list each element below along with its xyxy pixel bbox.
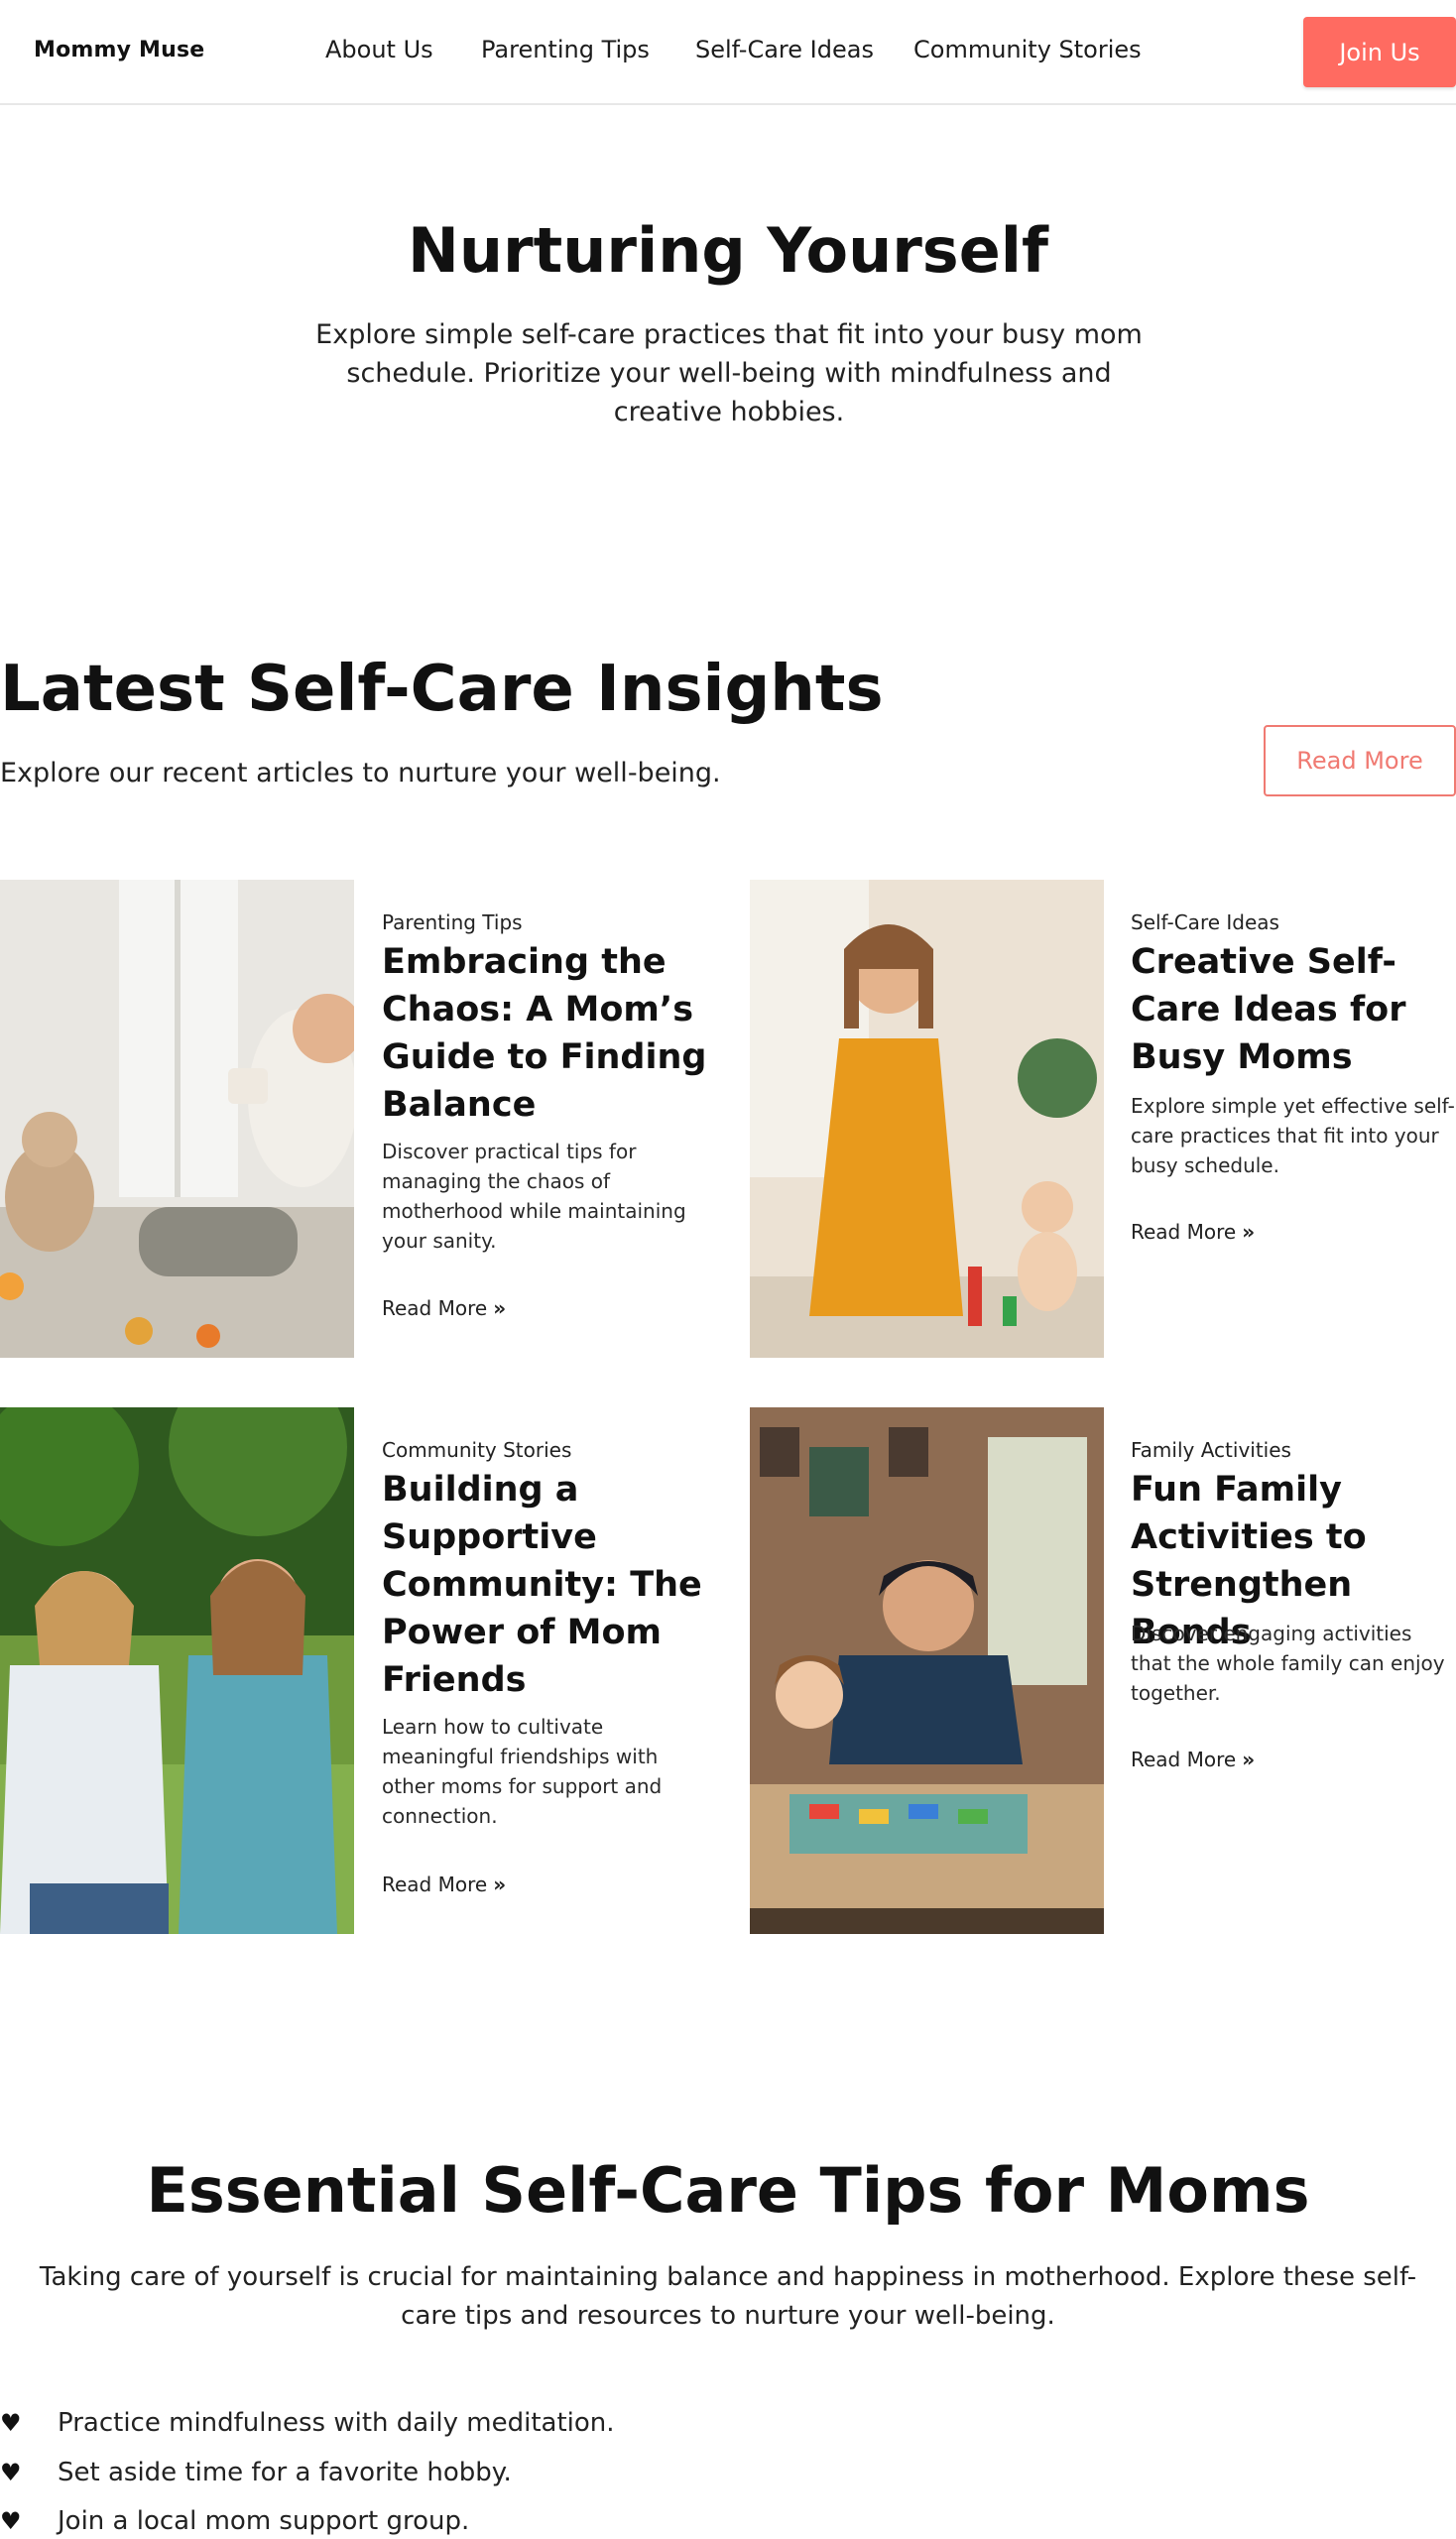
card-category: Parenting Tips (382, 910, 523, 934)
double-chevron-right-icon: » (1242, 1748, 1256, 1771)
card-read-more-label: Read More (382, 1296, 488, 1320)
nav-self-care-ideas[interactable]: Self-Care Ideas (695, 36, 874, 63)
hero-subtitle: Explore simple self-care practices that … (315, 319, 1143, 427)
card-description: Learn how to cultivate meaningful friend… (382, 1715, 663, 1828)
insights-read-more-button[interactable]: Read More (1264, 725, 1456, 796)
double-chevron-right-icon: » (493, 1873, 507, 1896)
card-description: Explore simple yet effective self-care p… (1131, 1094, 1455, 1177)
card-title[interactable]: Building a Supportive Community: The Pow… (382, 1466, 719, 1704)
family-board-game-photo[interactable] (750, 1407, 1104, 1934)
card-title[interactable]: Creative Self-Care Ideas for Busy Moms (1131, 938, 1456, 1081)
mom-friends-photo[interactable] (0, 1407, 354, 1934)
nav-parenting-tips[interactable]: Parenting Tips (481, 36, 650, 63)
tip-item: ♥ Set aside time for a favorite hobby. (0, 2458, 512, 2487)
card-category: Community Stories (382, 1438, 572, 1462)
double-chevron-right-icon: » (493, 1296, 507, 1320)
card-read-more-label: Read More (1131, 1748, 1237, 1771)
double-chevron-right-icon: » (1242, 1220, 1256, 1244)
hero-title: Nurturing Yourself (407, 214, 1048, 287)
tips-title: Essential Self-Care Tips for Moms (146, 2154, 1310, 2227)
tip-text: Set aside time for a favorite hobby. (58, 2458, 512, 2487)
tips-subtitle: Taking care of yourself is crucial for m… (39, 2262, 1417, 2331)
nav-about-us[interactable]: About Us (325, 36, 433, 63)
tip-text: Practice mindfulness with daily meditati… (58, 2408, 615, 2438)
card-category: Family Activities (1131, 1438, 1291, 1462)
tip-item: ♥ Join a local mom support group. (0, 2506, 469, 2536)
site-header: Mommy Muse About Us Parenting Tips Self-… (0, 0, 1456, 105)
mom-with-baby-photo[interactable] (750, 880, 1104, 1358)
card-read-more-link[interactable]: Read More» (382, 1873, 506, 1896)
card-read-more-label: Read More (382, 1873, 488, 1896)
site-logo[interactable]: Mommy Muse (34, 38, 204, 62)
card-title[interactable]: Embracing the Chaos: A Mom’s Guide to Fi… (382, 938, 719, 1129)
tip-item: ♥ Practice mindfulness with daily medita… (0, 2408, 615, 2438)
insights-subtitle: Explore our recent articles to nurture y… (0, 758, 721, 788)
card-read-more-link[interactable]: Read More» (1131, 1748, 1255, 1771)
insights-title: Latest Self-Care Insights (0, 653, 884, 726)
card-read-more-label: Read More (1131, 1220, 1237, 1244)
mom-with-coffee-photo[interactable] (0, 880, 354, 1358)
card-category: Self-Care Ideas (1131, 910, 1279, 934)
card-read-more-link[interactable]: Read More» (1131, 1220, 1255, 1244)
heart-icon: ♥ (0, 2459, 22, 2486)
heart-icon: ♥ (0, 2507, 22, 2535)
card-read-more-link[interactable]: Read More» (382, 1296, 506, 1320)
card-description: Discover engaging activities that the wh… (1131, 1622, 1445, 1705)
join-us-button[interactable]: Join Us (1303, 17, 1456, 87)
heart-icon: ♥ (0, 2409, 22, 2437)
tip-text: Join a local mom support group. (58, 2506, 470, 2536)
card-description: Discover practical tips for managing the… (382, 1140, 686, 1253)
nav-community-stories[interactable]: Community Stories (913, 36, 1142, 63)
